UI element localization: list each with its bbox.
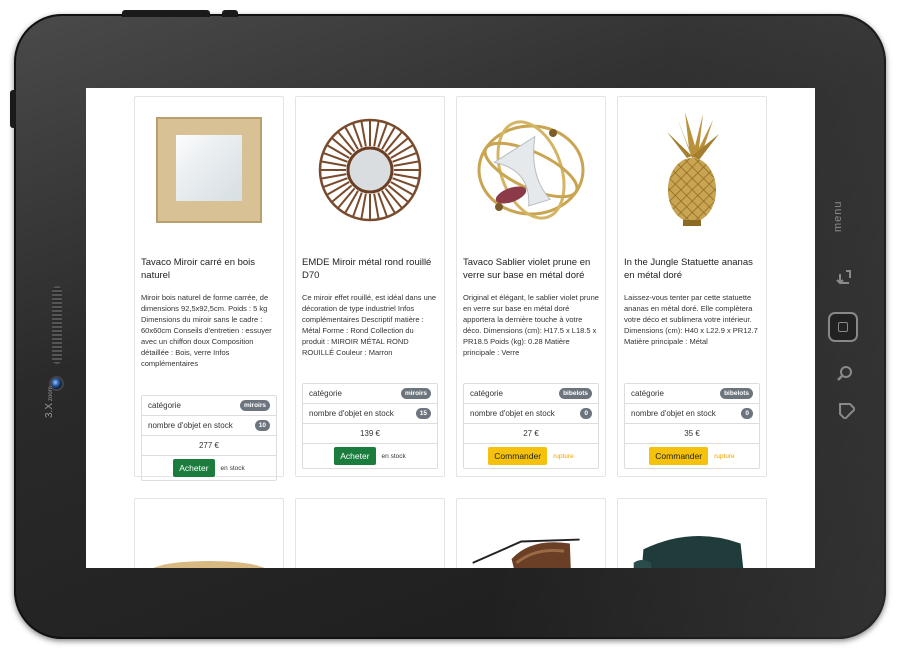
- mirror-spoke: [360, 192, 367, 218]
- speaker-grille: [52, 286, 62, 364]
- product-card: Tavaco Miroir carré en bois naturel Miro…: [134, 96, 284, 481]
- order-button[interactable]: Commander: [488, 447, 548, 465]
- tablet-screen: Tavaco Miroir carré en bois naturel Miro…: [86, 88, 815, 568]
- price: 277 €: [198, 441, 220, 450]
- mirror-spoke: [373, 192, 380, 218]
- product-card: Tavaco Sablier violet prune en verre sur…: [456, 96, 606, 477]
- stock-label: nombre d'objet en stock: [470, 409, 555, 418]
- stock-label: nombre d'objet en stock: [631, 409, 716, 418]
- category-badge: miroirs: [239, 400, 270, 411]
- product-card: EMDE Miroir métal rond rouillé D70 Ce mi…: [295, 96, 445, 477]
- mirror-spoke: [337, 131, 356, 152]
- stock-status: rupture: [714, 452, 735, 460]
- mirror-spoke: [387, 137, 409, 155]
- product-description: Original et élégant, le sablier violet p…: [463, 293, 599, 357]
- product-title[interactable]: In the Jungle Statuette ananas en métal …: [624, 257, 760, 284]
- buy-button[interactable]: Acheter: [173, 459, 215, 477]
- product-image-leather-armchair[interactable]: [463, 499, 599, 568]
- product-info-box: catégorie miroirs nombre d'objet en stock…: [302, 383, 438, 469]
- buy-button[interactable]: Acheter: [334, 447, 376, 465]
- category-label: catégorie: [148, 401, 181, 410]
- product-title[interactable]: EMDE Miroir métal rond rouillé D70: [302, 257, 438, 284]
- product-image-hourglass[interactable]: [463, 97, 599, 242]
- product-image-square-mirror[interactable]: [141, 97, 277, 242]
- mirror-spoke: [331, 137, 353, 155]
- stock-label: nombre d'objet en stock: [148, 421, 233, 430]
- product-description: Miroir bois naturel de forme carrée, de …: [141, 293, 272, 368]
- product-description: Laissez-vous tenter par cette statuette …: [624, 293, 758, 346]
- category-badge: miroirs: [400, 388, 431, 399]
- product-image-coffee-table[interactable]: [141, 499, 277, 568]
- stock-status: en stock: [220, 464, 245, 472]
- mirror-spoke: [337, 187, 356, 208]
- mirror-spoke: [393, 160, 419, 167]
- mirror-spoke: [321, 172, 347, 179]
- product-card: [134, 498, 284, 568]
- product-info-box: catégorie bibelots nombre d'objet en stoc…: [463, 383, 599, 469]
- price: 35 €: [684, 429, 700, 438]
- stock-status: rupture: [553, 452, 574, 460]
- category-label: catégorie: [631, 389, 664, 398]
- order-button[interactable]: Commander: [649, 447, 709, 465]
- stock-badge: 0: [741, 408, 753, 419]
- back-icon[interactable]: [832, 264, 858, 290]
- menu-label: menu: [832, 200, 844, 232]
- mirror-spoke: [387, 184, 409, 202]
- zoom-label: 3.Xzoom: [44, 386, 55, 418]
- stock-status: en stock: [381, 452, 406, 460]
- product-info-box: catégorie bibelots nombre d'objet en stoc…: [624, 383, 760, 469]
- product-card: [617, 498, 767, 568]
- category-label: catégorie: [470, 389, 503, 398]
- product-image-round-mirror[interactable]: [302, 97, 438, 242]
- price: 139 €: [359, 429, 381, 438]
- stock-label: nombre d'objet en stock: [309, 409, 394, 418]
- category-badge: bibelots: [720, 388, 753, 399]
- stock-badge: 10: [254, 420, 270, 431]
- product-description: Ce miroir effet rouillé, est idéal dans …: [302, 293, 437, 357]
- mirror-spoke: [331, 184, 353, 202]
- house-icon[interactable]: [832, 396, 858, 422]
- top-small-button[interactable]: [222, 10, 238, 17]
- product-title[interactable]: Tavaco Miroir carré en bois naturel: [141, 257, 277, 284]
- product-title[interactable]: Tavaco Sablier violet prune en verre sur…: [463, 257, 599, 284]
- product-image-chest[interactable]: [302, 499, 438, 568]
- category-label: catégorie: [309, 389, 342, 398]
- product-card: In the Jungle Statuette ananas en métal …: [617, 96, 767, 477]
- mirror-spoke: [393, 172, 419, 179]
- stock-badge: 15: [415, 408, 431, 419]
- mirror-spoke: [373, 121, 380, 147]
- product-image-green-armchair[interactable]: [624, 499, 760, 568]
- mirror-spoke: [384, 131, 403, 152]
- product-image-pineapple[interactable]: [624, 97, 760, 242]
- product-card: [456, 498, 606, 568]
- product-grid: Tavaco Miroir carré en bois naturel Miro…: [134, 96, 768, 568]
- mirror-spoke: [321, 160, 347, 167]
- category-badge: bibelots: [559, 388, 592, 399]
- volume-button[interactable]: [10, 90, 16, 128]
- product-info-box: catégorie miroirs nombre d'objet en stock…: [141, 395, 277, 481]
- power-button[interactable]: [122, 10, 210, 17]
- price: 27 €: [523, 429, 539, 438]
- product-card: [295, 498, 445, 568]
- mirror-spoke: [360, 121, 367, 147]
- mirror-spoke: [384, 187, 403, 208]
- stock-badge: 0: [580, 408, 592, 419]
- home-button[interactable]: [828, 312, 858, 342]
- search-icon[interactable]: [832, 360, 858, 386]
